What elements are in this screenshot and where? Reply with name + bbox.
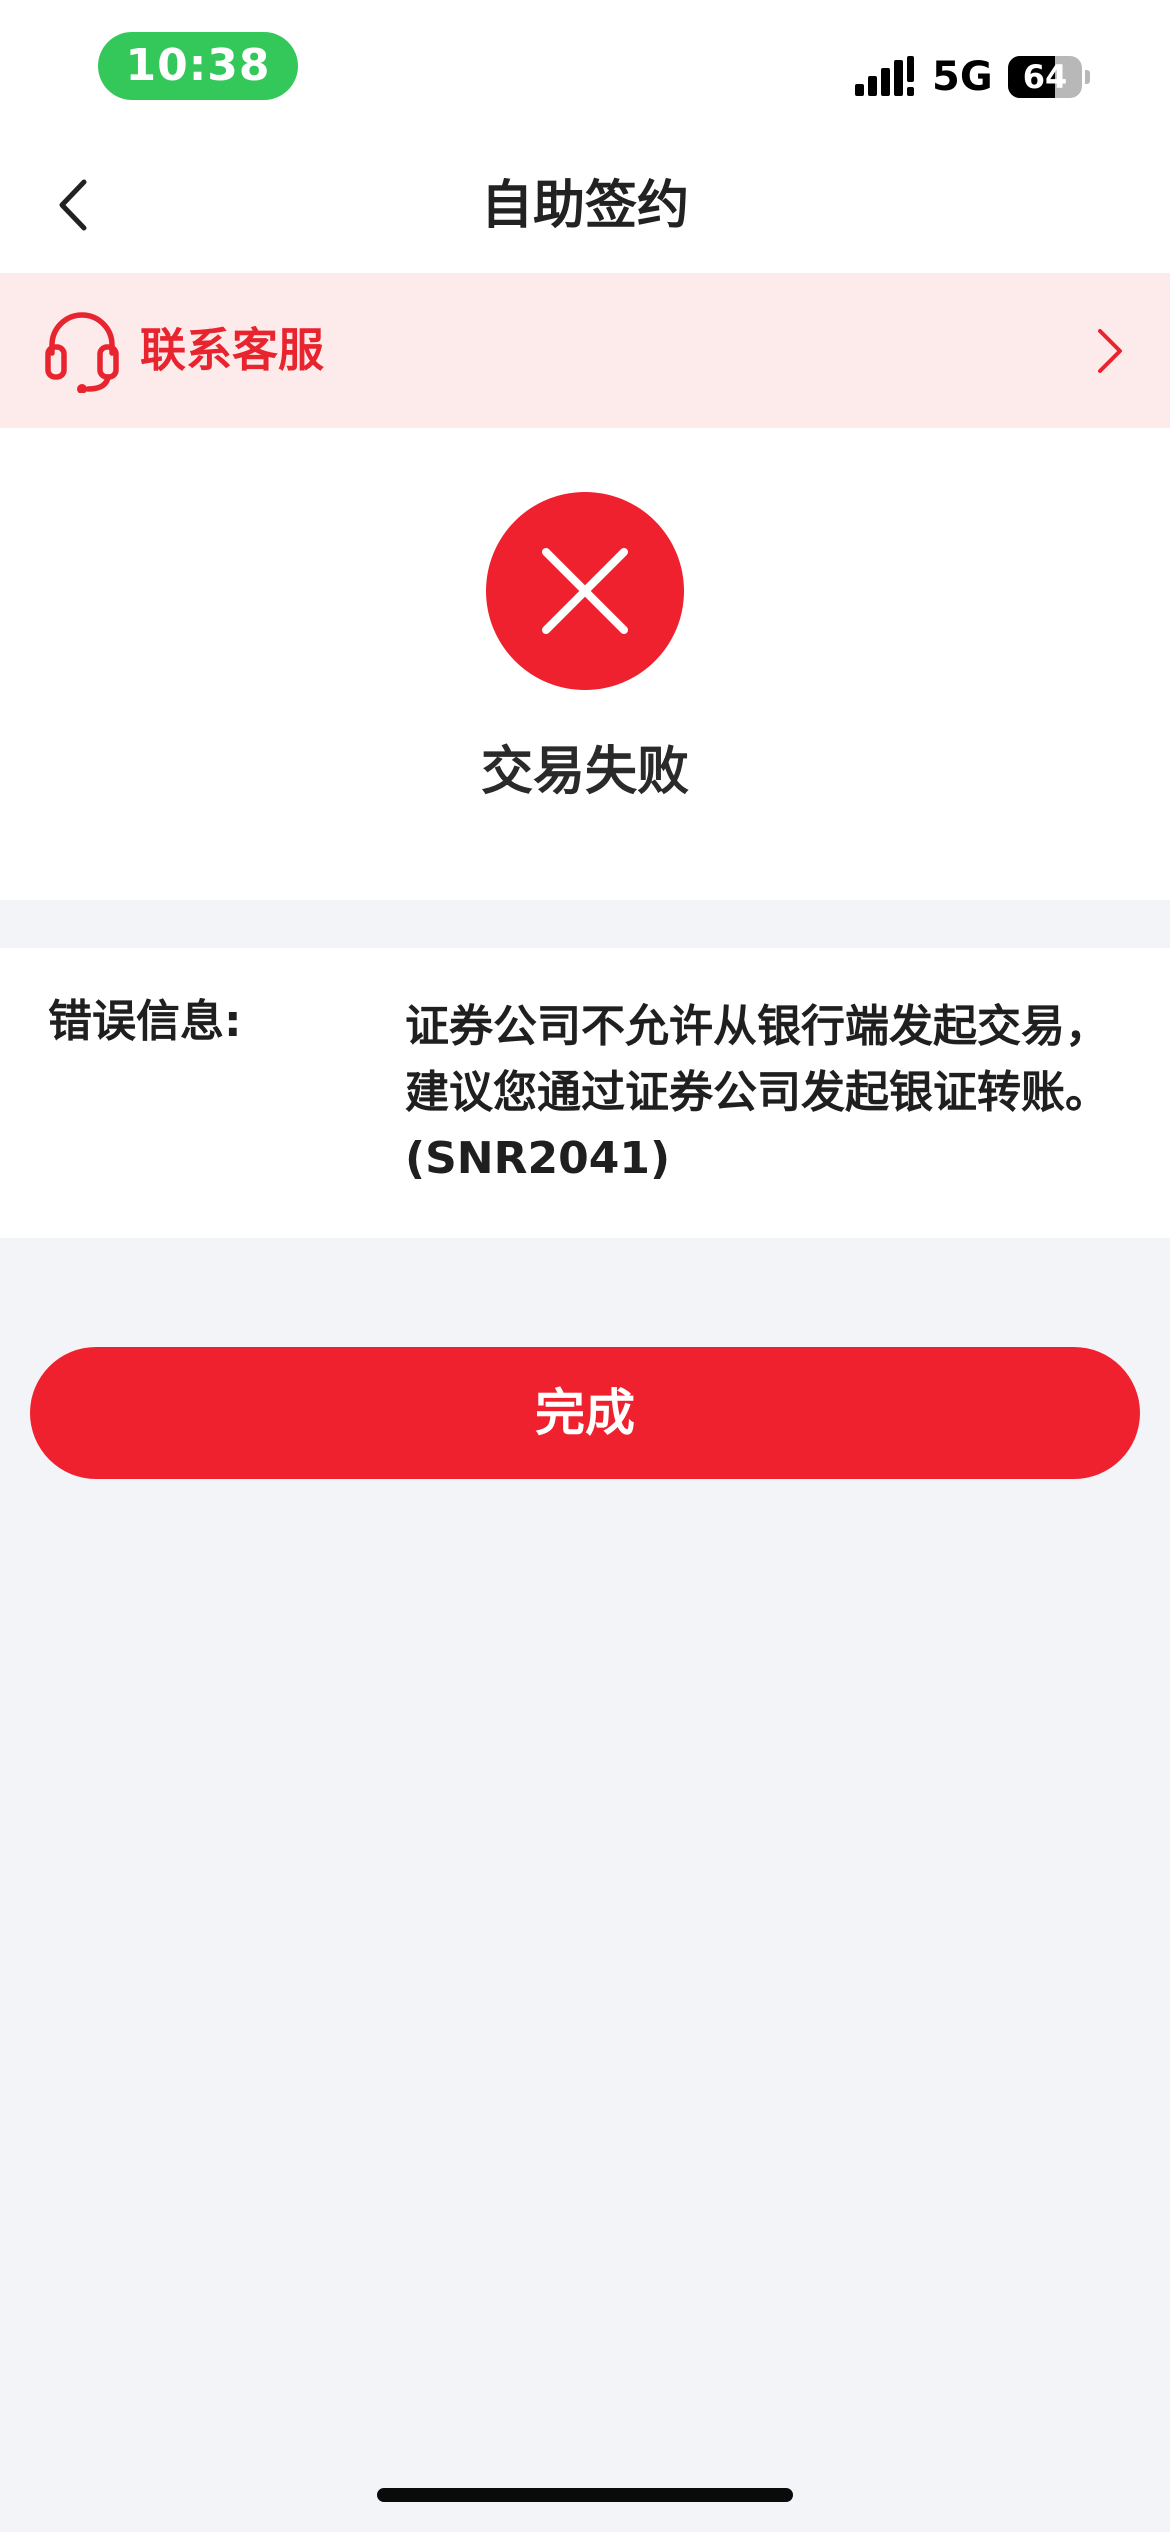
signal-icon bbox=[855, 56, 914, 96]
network-type: 5G bbox=[932, 54, 993, 100]
headset-icon bbox=[45, 312, 119, 393]
home-indicator[interactable] bbox=[377, 2488, 793, 2502]
status-time: 10:38 bbox=[98, 32, 298, 100]
page-title: 自助签约 bbox=[480, 176, 689, 236]
error-info-label: 错误信息: bbox=[48, 996, 242, 1047]
battery-level: 64 bbox=[1022, 58, 1068, 96]
chevron-right-icon bbox=[1098, 329, 1122, 373]
result-status-text: 交易失败 bbox=[480, 742, 689, 802]
fail-x-icon bbox=[486, 492, 684, 690]
done-button[interactable]: 完成 bbox=[30, 1347, 1140, 1479]
back-button[interactable] bbox=[40, 170, 110, 240]
error-info-panel: 错误信息: 证券公司不允许从银行端发起交易，建议您通过证券公司发起银证转账。(S… bbox=[0, 948, 1170, 1238]
contact-service-banner[interactable]: 联系客服 bbox=[0, 273, 1170, 428]
status-bar: 10:38 5G 64 bbox=[0, 0, 1170, 140]
nav-bar: 自助签约 bbox=[0, 140, 1170, 273]
error-info-message: 证券公司不允许从银行端发起交易，建议您通过证券公司发起银证转账。(SNR2041… bbox=[405, 1001, 1109, 1184]
result-panel: 交易失败 bbox=[0, 428, 1170, 900]
contact-service-label: 联系客服 bbox=[140, 323, 324, 377]
battery-icon: 64 bbox=[1008, 56, 1090, 98]
chevron-left-icon bbox=[59, 179, 87, 231]
